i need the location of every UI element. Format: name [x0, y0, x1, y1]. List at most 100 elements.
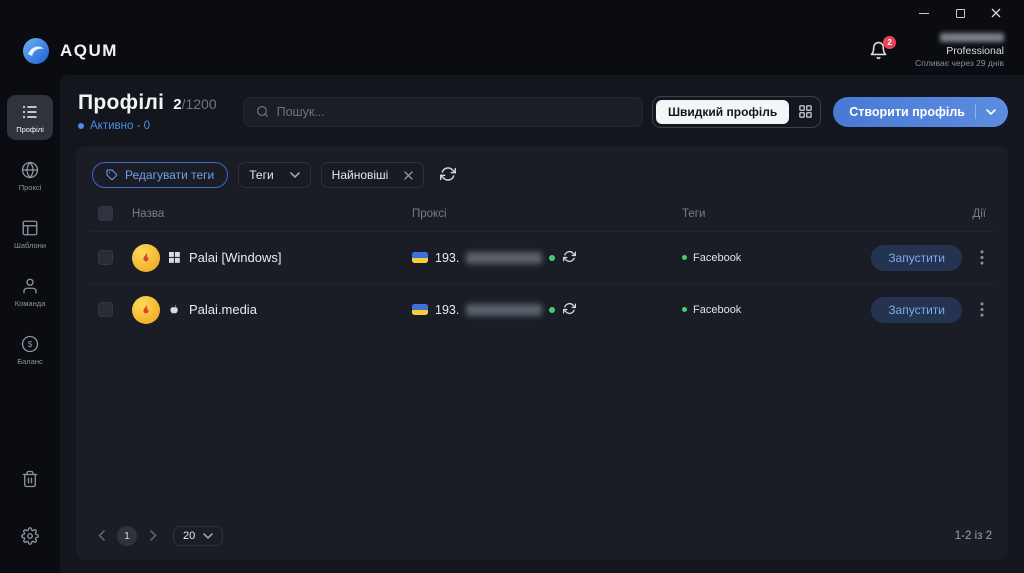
grid-view-button[interactable]: [793, 100, 817, 124]
page-header: Профілі 2/1200 Активно - 0 Швидкий профі…: [60, 75, 1024, 132]
sidebar-label: Шаблони: [14, 241, 46, 250]
sidebar-item-profiles[interactable]: Профілі: [7, 95, 53, 140]
quick-profile-group: Швидкий профіль: [652, 96, 821, 128]
minimize-icon: [919, 13, 929, 14]
refresh-icon: [563, 250, 576, 263]
notifications-button[interactable]: 2: [869, 41, 889, 61]
page-size-select[interactable]: 20: [173, 526, 223, 546]
proxy-status-dot: [549, 307, 555, 313]
person-icon: [21, 277, 39, 295]
profiles-limit: /1200: [182, 96, 217, 112]
row-checkbox[interactable]: [98, 250, 113, 265]
sidebar-item-balance[interactable]: $ Баланс: [7, 327, 53, 372]
maximize-button[interactable]: [942, 0, 978, 26]
page-size-value: 20: [183, 530, 195, 542]
refresh-icon: [563, 302, 576, 315]
proxy-cell: 193.: [412, 302, 682, 317]
edit-tags-button[interactable]: Редагувати теги: [92, 162, 228, 188]
flame-icon: [139, 303, 153, 317]
page-title: Профілі: [78, 91, 164, 115]
table-row: Palai [Windows] 193. Facebook: [90, 231, 994, 283]
profiles-card: Редагувати теги Теги Найновіші: [76, 146, 1008, 560]
proxy-refresh-button[interactable]: [562, 302, 577, 317]
flame-icon: [139, 251, 153, 265]
settings-button[interactable]: [20, 527, 40, 547]
active-status: Активно - 0: [78, 120, 217, 132]
tags-filter-select[interactable]: Теги: [238, 162, 310, 188]
user-name-blurred: [940, 33, 1004, 42]
chevron-right-icon: [150, 530, 157, 541]
profile-avatar: [132, 296, 160, 324]
user-menu[interactable]: Professional Спливає через 29 днів: [915, 33, 1004, 69]
plan-expiry-note: Спливає через 29 днів: [915, 58, 1004, 68]
run-profile-button[interactable]: Запустити: [871, 297, 962, 323]
sidebar-item-templates[interactable]: Шаблони: [7, 211, 53, 256]
sidebar-item-team[interactable]: Команда: [7, 269, 53, 314]
row-menu-button[interactable]: [976, 250, 988, 266]
app-window: AQUM 2 Professional Спливає через 29 дні…: [0, 0, 1024, 573]
actions-cell: Запустити: [856, 297, 988, 323]
main-content: Профілі 2/1200 Активно - 0 Швидкий профі…: [60, 75, 1024, 573]
sidebar-label: Проксі: [19, 183, 42, 192]
trash-button[interactable]: [20, 470, 40, 490]
filters-bar: Редагувати теги Теги Найновіші: [92, 162, 994, 188]
search-box[interactable]: [243, 97, 643, 127]
select-all-checkbox[interactable]: [98, 206, 113, 221]
dots-vertical-icon: [980, 302, 984, 317]
column-header-tags: Теги: [682, 208, 856, 220]
search-input[interactable]: [277, 105, 630, 119]
quick-profile-button[interactable]: Швидкий профіль: [656, 100, 789, 124]
proxy-ip-blurred: [466, 304, 542, 316]
close-button[interactable]: [978, 0, 1014, 26]
create-profile-button[interactable]: Створити профіль: [833, 97, 1008, 127]
sidebar-label: Команда: [15, 299, 46, 308]
current-page-button[interactable]: 1: [117, 526, 137, 546]
sidebar-item-proxies[interactable]: Проксі: [7, 153, 53, 198]
tags-cell: Facebook: [682, 252, 856, 264]
tags-cell: Facebook: [682, 304, 856, 316]
sort-filter-select[interactable]: Найновіші: [321, 162, 425, 188]
header-right: 2 Professional Спливає через 29 днів: [869, 33, 1004, 69]
refresh-list-button[interactable]: [438, 165, 458, 185]
proxy-ip-prefix: 193.: [435, 251, 459, 265]
ukraine-flag-icon: [412, 252, 428, 263]
template-icon: [21, 219, 39, 237]
create-profile-label: Створити профіль: [849, 105, 965, 119]
chevron-down-icon: [986, 109, 996, 115]
profile-name[interactable]: Palai.media: [189, 302, 257, 317]
chevron-left-icon: [98, 530, 105, 541]
trash-icon: [21, 470, 39, 488]
sort-filter-value: Найновіші: [332, 168, 389, 182]
pagination: 1 20 1-2 із 2: [90, 516, 994, 550]
proxy-refresh-button[interactable]: [562, 250, 577, 265]
clear-filter-icon[interactable]: [404, 171, 413, 180]
grid-icon: [798, 104, 813, 119]
app-header: AQUM 2 Professional Спливає через 29 дні…: [0, 26, 1024, 75]
table-header-row: Назва Проксі Теги Дії: [90, 200, 994, 231]
column-header-actions: Дії: [856, 208, 988, 220]
tag-dot: [682, 255, 687, 260]
profiles-list-icon: [21, 103, 39, 121]
active-dot: [78, 123, 84, 129]
app-body: Профілі Проксі Шаблони Команда $ Баланс: [0, 75, 1024, 573]
profile-avatar: [132, 244, 160, 272]
row-checkbox[interactable]: [98, 302, 113, 317]
profile-name[interactable]: Palai [Windows]: [189, 250, 281, 265]
prev-page-button[interactable]: [94, 529, 108, 543]
proxy-status-dot: [549, 255, 555, 261]
column-header-name: Назва: [132, 208, 412, 220]
header-actions: Швидкий профіль Створити профіль: [652, 96, 1008, 128]
notification-badge: 2: [883, 36, 896, 49]
button-divider: [975, 104, 976, 119]
sidebar-label: Профілі: [16, 125, 44, 134]
window-titlebar: [0, 0, 1024, 26]
minimize-button[interactable]: [906, 0, 942, 26]
dollar-circle-icon: $: [21, 335, 39, 353]
chevron-down-icon: [203, 533, 213, 539]
row-menu-button[interactable]: [976, 302, 988, 318]
proxy-ip-prefix: 193.: [435, 303, 459, 317]
active-status-label: Активно - 0: [90, 120, 150, 132]
sidebar-label: Баланс: [17, 357, 43, 366]
next-page-button[interactable]: [146, 529, 160, 543]
run-profile-button[interactable]: Запустити: [871, 245, 962, 271]
